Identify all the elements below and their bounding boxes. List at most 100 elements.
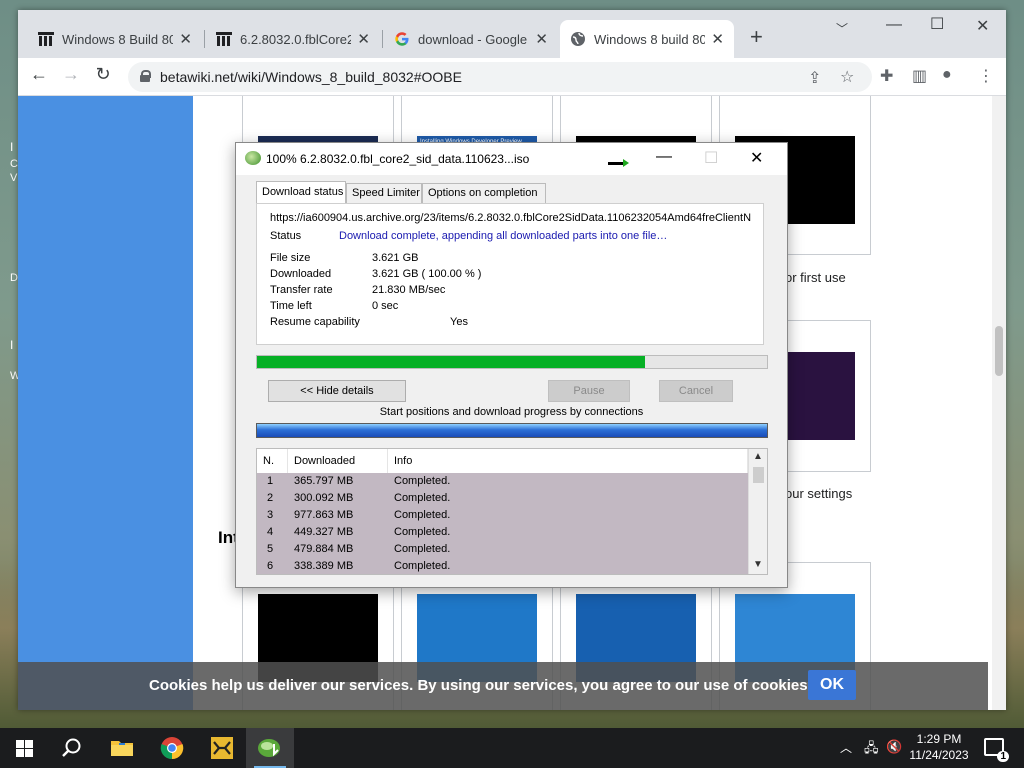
- tab-search-icon[interactable]: ﹀: [836, 20, 848, 37]
- cell-info: Completed.: [394, 509, 451, 521]
- cookie-ok-button[interactable]: OK: [808, 670, 856, 700]
- notifications-icon[interactable]: 1: [984, 738, 1009, 762]
- cell-n: 2: [267, 492, 274, 504]
- back-arrow-icon[interactable]: ←: [26, 64, 52, 85]
- cell-downloaded: 977.863 MB: [294, 509, 354, 521]
- url-text: betawiki.net/wiki/Windows_8_build_8032#O…: [160, 69, 462, 85]
- menu-kebab-icon[interactable]: ⋮: [978, 66, 994, 86]
- field-label: Time left: [270, 300, 312, 312]
- close-tab-icon[interactable]: ✕: [179, 30, 192, 48]
- bookmark-star-icon[interactable]: ☆: [840, 67, 854, 87]
- desktop-icon-label: I: [10, 338, 14, 352]
- clock-time: 1:29 PM: [916, 732, 962, 746]
- cell-info: Completed.: [394, 492, 451, 504]
- download-progress-bar: [256, 355, 768, 369]
- column-header-downloaded[interactable]: Downloaded: [288, 449, 388, 473]
- cookie-banner: Cookies help us deliver our services. By…: [18, 662, 988, 710]
- idm-taskbar-button[interactable]: [246, 728, 294, 768]
- field-label: Downloaded: [270, 268, 332, 280]
- tab-download-status[interactable]: Download status: [256, 181, 346, 203]
- tab-fblcore[interactable]: 6.2.8032.0.fblCore2S ✕: [206, 20, 380, 58]
- scroll-down-arrow-icon[interactable]: ▼: [753, 559, 763, 570]
- scrollbar-thumb[interactable]: [995, 326, 1003, 376]
- museum-icon: [216, 32, 232, 46]
- tab-google-download[interactable]: download - Google ✕: [384, 20, 558, 58]
- table-row[interactable]: 6 338.389 MB Completed.: [257, 558, 748, 574]
- close-tab-icon[interactable]: ✕: [711, 30, 724, 48]
- cell-downloaded: 300.092 MB: [294, 492, 354, 504]
- status-value: Download complete, appending all downloa…: [339, 230, 668, 242]
- field-value: 3.621 GB ( 100.00 % ): [372, 268, 482, 280]
- hide-details-button[interactable]: << Hide details: [268, 380, 406, 402]
- download-arrow-icon: [608, 159, 629, 167]
- new-tab-button[interactable]: +: [750, 24, 763, 50]
- table-row[interactable]: 2 300.092 MB Completed.: [257, 490, 748, 507]
- globe-icon: [571, 32, 585, 46]
- share-icon[interactable]: ⇪: [808, 68, 821, 88]
- gallery-caption: or first use: [785, 270, 846, 285]
- download-url: https://ia600904.us.archive.org/23/items…: [270, 212, 752, 224]
- search-button[interactable]: [48, 728, 96, 768]
- chrome-button[interactable]: [148, 728, 196, 768]
- tab-title: 6.2.8032.0.fblCore2S: [240, 31, 352, 47]
- network-icon[interactable]: 🖧: [864, 739, 879, 761]
- page-scrollbar[interactable]: [992, 96, 1006, 710]
- cancel-button[interactable]: Cancel: [659, 380, 733, 402]
- scroll-up-arrow-icon[interactable]: ▲: [753, 451, 763, 462]
- app-icon: [211, 737, 233, 759]
- column-header-n[interactable]: N.: [257, 449, 288, 473]
- address-bar[interactable]: betawiki.net/wiki/Windows_8_build_8032#O…: [128, 62, 872, 92]
- table-row[interactable]: 4 449.327 MB Completed.: [257, 524, 748, 541]
- reload-icon[interactable]: ↻: [90, 64, 116, 85]
- side-panel-icon[interactable]: ▥: [912, 66, 927, 86]
- pause-button[interactable]: Pause: [548, 380, 630, 402]
- tab-separator: [204, 30, 205, 48]
- cell-info: Completed.: [394, 543, 451, 555]
- tab-options-on-completion[interactable]: Options on completion: [422, 183, 546, 203]
- connections-label: Start positions and download progress by…: [379, 406, 644, 418]
- scrollbar-thumb[interactable]: [753, 467, 764, 483]
- file-explorer-button[interactable]: [98, 728, 146, 768]
- cell-n: 1: [267, 475, 274, 487]
- app-button[interactable]: [198, 728, 246, 768]
- dialog-close-button[interactable]: ✕: [750, 148, 763, 168]
- field-label: Transfer rate: [270, 284, 333, 296]
- dialog-title: 100% 6.2.8032.0.fbl_core2_sid_data.11062…: [266, 152, 530, 166]
- close-window-button[interactable]: ✕: [976, 16, 989, 36]
- progress-fill: [257, 356, 645, 368]
- cell-info: Completed.: [394, 526, 451, 538]
- tab-windows8-build[interactable]: Windows 8 Build 80 ✕: [28, 20, 202, 58]
- idm-icon: [258, 739, 280, 757]
- table-row[interactable]: 1 365.797 MB Completed.: [257, 473, 748, 490]
- field-value: 3.621 GB: [372, 252, 419, 264]
- close-tab-icon[interactable]: ✕: [357, 30, 370, 48]
- field-value: 0 sec: [372, 300, 399, 312]
- tab-windows8-build-active[interactable]: Windows 8 build 80 ✕: [560, 20, 734, 58]
- idm-globe-icon: [245, 151, 261, 165]
- connection-rows: 1 365.797 MB Completed. 2 300.092 MB Com…: [257, 473, 748, 574]
- system-clock[interactable]: 1:29 PM 11/24/2023: [908, 731, 970, 763]
- column-header-info[interactable]: Info: [388, 449, 748, 473]
- table-scrollbar[interactable]: ▲ ▼: [748, 449, 767, 574]
- volume-muted-icon[interactable]: 🔇: [886, 739, 902, 755]
- table-row[interactable]: 3 977.863 MB Completed.: [257, 507, 748, 524]
- show-hidden-icons-chevron-icon[interactable]: ︿: [840, 739, 852, 756]
- start-button[interactable]: [0, 728, 48, 768]
- cell-n: 4: [267, 526, 274, 538]
- status-label: Status: [270, 230, 302, 242]
- profile-avatar-icon[interactable]: ●: [942, 66, 952, 84]
- download-dialog: 100% 6.2.8032.0.fbl_core2_sid_data.11062…: [235, 142, 788, 588]
- cell-n: 6: [267, 560, 274, 572]
- maximize-button[interactable]: ☐: [930, 14, 944, 34]
- dialog-minimize-button[interactable]: —: [656, 148, 672, 166]
- table-row[interactable]: 5 479.884 MB Completed.: [257, 541, 748, 558]
- cell-n: 3: [267, 509, 274, 521]
- cell-downloaded: 338.389 MB: [294, 560, 354, 572]
- museum-icon: [38, 32, 54, 46]
- minimize-button[interactable]: —: [886, 16, 902, 34]
- field-label: File size: [270, 252, 311, 264]
- tab-speed-limiter[interactable]: Speed Limiter: [346, 183, 422, 203]
- extensions-puzzle-icon[interactable]: ✚: [880, 66, 893, 86]
- close-tab-icon[interactable]: ✕: [535, 30, 548, 48]
- forward-arrow-icon[interactable]: →: [58, 64, 84, 85]
